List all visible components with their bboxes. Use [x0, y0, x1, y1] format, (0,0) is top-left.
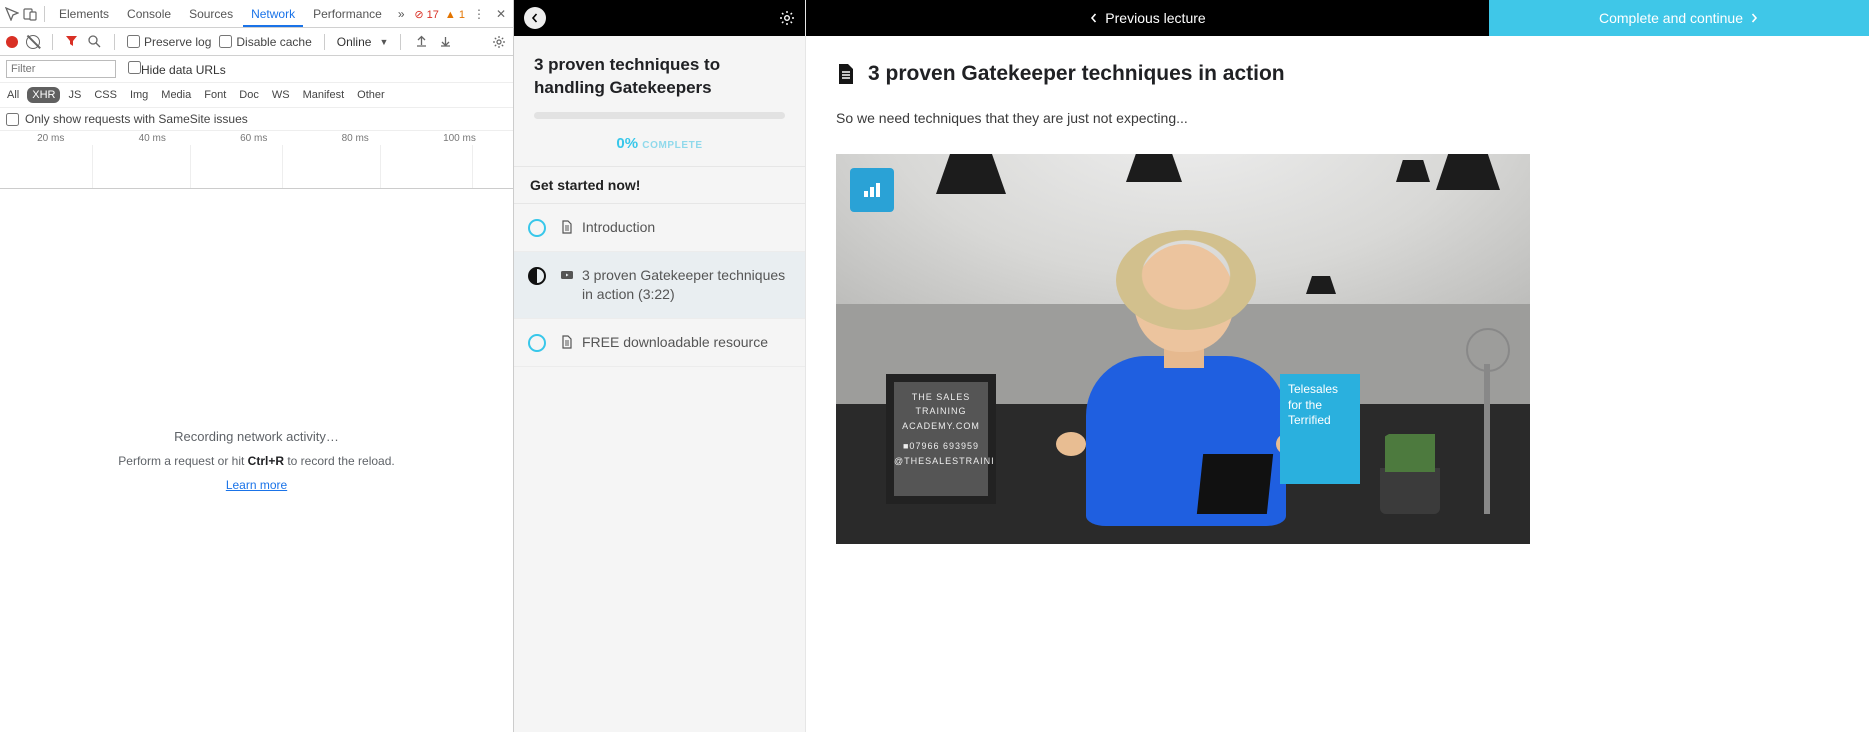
empty-subtitle: Perform a request or hit Ctrl+R to recor… [118, 454, 394, 468]
tabs-overflow-icon[interactable]: » [392, 7, 411, 21]
warning-badge[interactable]: ▲ 1 [445, 7, 465, 21]
samesite-filter: Only show requests with SameSite issues [0, 108, 513, 131]
type-media[interactable]: Media [156, 87, 196, 103]
video-logo%1$%@-badge [850, 168, 894, 212]
network-toolbar: Preserve log Disable cache Online ▼ [0, 28, 513, 56]
filter-toggle-icon[interactable] [65, 35, 78, 48]
tab-sources[interactable]: Sources [181, 1, 241, 27]
complete-continue-button[interactable]: Complete and continue [1489, 0, 1869, 36]
book-cover: Telesales for the Terrified [1280, 374, 1360, 484]
chevron-down-icon[interactable]: ▼ [379, 37, 388, 47]
filter-input[interactable] [6, 60, 116, 78]
lesson-label: Introduction [582, 218, 655, 237]
main-content: Previous lecture Complete and continue 3… [806, 0, 1869, 732]
timeline-mark: 20 ms [37, 133, 64, 144]
tab-performance[interactable]: Performance [305, 1, 390, 27]
lecture-nav: Previous lecture Complete and continue [806, 0, 1869, 36]
error-badge[interactable]: ⊘ 17 [414, 7, 439, 21]
request-type-filter: All XHR JS CSS Img Media Font Doc WS Man… [0, 83, 513, 108]
type-manifest[interactable]: Manifest [298, 87, 350, 103]
course-title: 3 proven techniques to handling Gatekeep… [514, 36, 805, 112]
inspect-icon[interactable] [4, 6, 20, 22]
video-icon [560, 268, 574, 282]
lesson-label: 3 proven Gatekeeper techniques in action… [582, 266, 791, 304]
type-all[interactable]: All [2, 87, 24, 103]
plant [1380, 468, 1440, 514]
devtools-panel: Elements Console Sources Network Perform… [0, 0, 514, 732]
preserve-log-checkbox[interactable]: Preserve log [127, 35, 211, 49]
timeline-mark: 40 ms [139, 133, 166, 144]
samesite-checkbox[interactable]: Only show requests with SameSite issues [6, 112, 507, 126]
search-icon[interactable] [86, 34, 102, 50]
type-font[interactable]: Font [199, 87, 231, 103]
lesson-item-techniques-in-action[interactable]: 3 proven Gatekeeper techniques in action… [514, 252, 805, 319]
lecture-paragraph: So we need techniques that they are just… [836, 110, 1839, 126]
desk-lamp [1484, 364, 1490, 514]
devtools-tabbar: Elements Console Sources Network Perform… [0, 0, 513, 28]
empty-title: Recording network activity… [174, 429, 339, 444]
close-devtools-icon[interactable]: ✕ [493, 6, 509, 22]
type-ws[interactable]: WS [267, 87, 295, 103]
desk-phone [1197, 454, 1273, 514]
tab-network[interactable]: Network [243, 1, 303, 27]
network-timeline[interactable]: 20 ms 40 ms 60 ms 80 ms 100 ms [0, 131, 513, 189]
progress-text: 0% COMPLETE [514, 127, 805, 166]
file-icon [560, 335, 574, 349]
disable-cache-checkbox[interactable]: Disable cache [219, 35, 311, 49]
course-sidebar: 3 proven techniques to handling Gatekeep… [514, 0, 806, 732]
type-js[interactable]: JS [63, 87, 86, 103]
previous-lecture-button[interactable]: Previous lecture [806, 0, 1489, 36]
lesson-item-free-resource[interactable]: FREE downloadable resource [514, 319, 805, 367]
clear-icon[interactable] [26, 35, 40, 49]
network-empty-state: Recording network activity… Perform a re… [0, 189, 513, 732]
network-filter-row: Hide data URLs [0, 56, 513, 83]
learn-more-link[interactable]: Learn more [226, 478, 287, 492]
settings-icon[interactable] [779, 10, 795, 26]
throttling-select[interactable]: Online [337, 35, 372, 49]
type-xhr[interactable]: XHR [27, 87, 60, 103]
lecture-heading: 3 proven Gatekeeper techniques in action [836, 62, 1839, 86]
record-icon[interactable] [6, 36, 18, 48]
type-doc[interactable]: Doc [234, 87, 264, 103]
network-settings-icon[interactable] [491, 34, 507, 50]
tab-console[interactable]: Console [119, 1, 179, 27]
timeline-mark: 60 ms [240, 133, 267, 144]
letter-board: THE SALES TRAINING ACADEMY.COM ■07966 69… [886, 374, 996, 504]
status-half-icon [528, 267, 546, 285]
kebab-menu-icon[interactable]: ⋮ [471, 6, 487, 22]
type-img[interactable]: Img [125, 87, 153, 103]
type-other[interactable]: Other [352, 87, 390, 103]
back-button[interactable] [524, 7, 546, 29]
status-circle-icon [528, 334, 546, 352]
section-header: Get started now! [514, 166, 805, 204]
hide-data-urls-checkbox[interactable]: Hide data URLs [128, 61, 226, 77]
lesson-item-introduction[interactable]: Introduction [514, 204, 805, 252]
upload-har-icon[interactable] [413, 34, 429, 50]
progress-bar [514, 112, 805, 127]
device-toggle-icon[interactable] [22, 6, 38, 22]
file-icon [560, 220, 574, 234]
type-css[interactable]: CSS [89, 87, 122, 103]
lesson-label: FREE downloadable resource [582, 333, 768, 352]
lecture-video[interactable]: THE SALES TRAINING ACADEMY.COM ■07966 69… [836, 154, 1530, 544]
timeline-mark: 80 ms [342, 133, 369, 144]
status-circle-icon [528, 219, 546, 237]
download-har-icon[interactable] [437, 34, 453, 50]
presenter [1046, 246, 1316, 526]
sidebar-topbar [514, 0, 805, 36]
tab-elements[interactable]: Elements [51, 1, 117, 27]
timeline-mark: 100 ms [443, 133, 476, 144]
document-icon [836, 63, 856, 85]
